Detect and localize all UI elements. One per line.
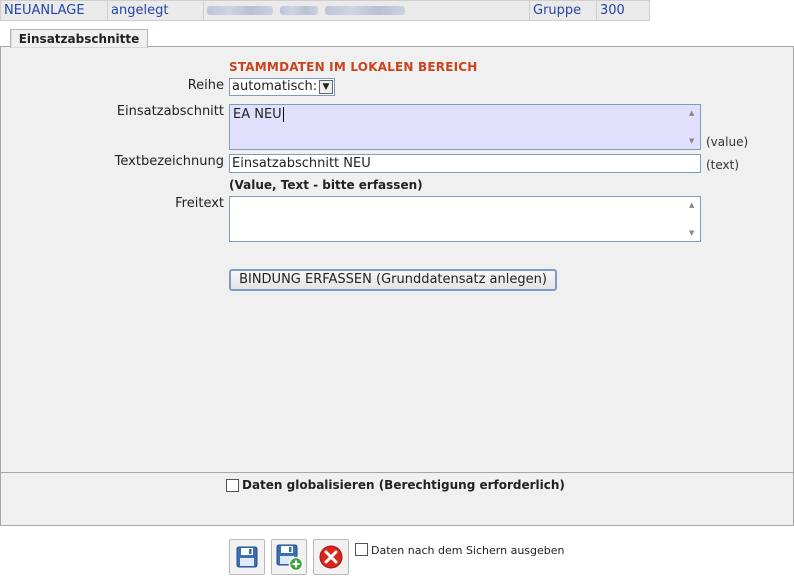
globalize-checkbox[interactable] — [226, 479, 239, 492]
mode-cell: NEUANLAGE — [0, 0, 108, 21]
einsatzabschnitt-textarea[interactable]: EA NEU ▲ ▼ — [229, 104, 701, 150]
group-label-cell: Gruppe — [530, 0, 597, 21]
globalize-option: Daten globalisieren (Berechtigung erford… — [226, 478, 565, 492]
scroll-up-icon[interactable]: ▲ — [689, 201, 694, 209]
scroll-down-icon[interactable]: ▼ — [689, 229, 694, 237]
freitext-textarea[interactable]: ▲ ▼ — [229, 196, 701, 242]
einsatzabschnitt-value: EA NEU — [233, 107, 282, 122]
bind-record-button[interactable]: BINDUNG ERFASSEN (Grunddatensatz anlegen… — [229, 269, 557, 291]
cancel-button[interactable] — [313, 539, 349, 575]
text-hint: (text) — [706, 158, 740, 172]
save-new-icon — [276, 544, 304, 572]
output-after-save-option: Daten nach dem Sichern ausgeben — [355, 543, 565, 557]
scroll-up-icon[interactable]: ▲ — [689, 109, 694, 117]
reihe-select-value: automatisch: — [232, 79, 318, 94]
required-note: (Value, Text - bitte erfassen) — [229, 178, 423, 192]
output-after-save-checkbox[interactable] — [355, 543, 368, 556]
textarea-scrollbar[interactable]: ▲ ▼ — [688, 107, 698, 147]
value-hint: (value) — [706, 135, 749, 149]
cancel-icon — [319, 545, 343, 569]
reihe-label: Reihe — [187, 78, 224, 93]
section-title: STAMMDATEN IM LOKALEN BEREICH — [229, 60, 478, 74]
tab-einsatzabschnitte[interactable]: Einsatzabschnitte — [10, 29, 148, 48]
save-icon — [236, 546, 258, 568]
redacted-cell — [204, 0, 530, 21]
group-value-cell: 300 — [597, 0, 650, 21]
textarea-scrollbar[interactable]: ▲ ▼ — [688, 199, 698, 239]
chevron-down-icon[interactable]: ▼ — [319, 80, 333, 94]
reihe-select[interactable]: automatisch: ▼ — [229, 78, 335, 96]
scroll-down-icon[interactable]: ▼ — [689, 137, 694, 145]
globalize-label: Daten globalisieren (Berechtigung erford… — [242, 478, 565, 492]
output-after-save-label: Daten nach dem Sichern ausgeben — [371, 544, 565, 557]
einsatzabschnitt-label: Einsatzabschnitt — [116, 104, 224, 119]
textbezeichnung-input[interactable]: Einsatzabschnitt NEU — [229, 154, 701, 173]
textbezeichnung-label: Textbezeichnung — [114, 154, 224, 169]
status-cell: angelegt — [108, 0, 204, 21]
header-info-row: NEUANLAGE angelegt Gruppe 300 — [0, 0, 650, 21]
freitext-label: Freitext — [175, 196, 224, 211]
save-and-new-button[interactable] — [271, 539, 307, 575]
save-button[interactable] — [229, 539, 265, 575]
